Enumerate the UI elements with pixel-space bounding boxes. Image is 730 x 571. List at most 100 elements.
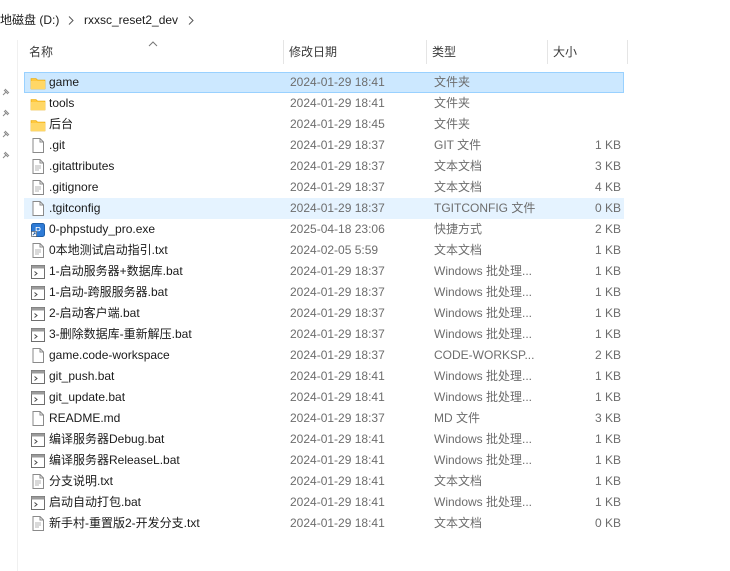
- file-size: 1 KB: [594, 285, 621, 299]
- file-row[interactable]: .gitattributes 2024-01-29 18:37 文本文档 3 KB: [24, 156, 624, 177]
- file-size: 1 KB: [594, 474, 621, 488]
- file-size: 0 KB: [594, 201, 621, 215]
- file-name: 启动自动打包.bat: [49, 495, 142, 509]
- file-size: [555, 73, 621, 92]
- file-date-modified: 2024-01-29 18:37: [290, 411, 385, 425]
- file-date-modified: 2024-01-29 18:45: [290, 117, 385, 131]
- file-name: git_push.bat: [49, 369, 115, 383]
- chevron-right-icon[interactable]: [186, 12, 196, 28]
- navigation-pane[interactable]: [0, 40, 18, 571]
- file-type: Windows 批处理...: [434, 432, 533, 446]
- text-file-icon: [29, 473, 47, 490]
- file-size: [555, 115, 621, 134]
- file-type: 文件夹: [434, 117, 471, 131]
- file-row[interactable]: git_update.bat 2024-01-29 18:41 Windows 批处…: [24, 387, 624, 408]
- file-size: 1 KB: [594, 306, 621, 320]
- column-header-name[interactable]: 名称: [24, 40, 284, 64]
- file-row[interactable]: 编译服务器Debug.bat 2024-01-29 18:41 Windows 批处…: [24, 429, 624, 450]
- file-icon: [29, 200, 47, 217]
- file-row[interactable]: .git 2024-01-29 18:37 GIT 文件 1 KB: [24, 135, 624, 156]
- file-row[interactable]: 1-启动服务器+数据库.bat 2024-01-29 18:37 Windows 批…: [24, 261, 624, 282]
- file-date-modified: 2024-01-29 18:37: [290, 348, 385, 362]
- breadcrumb-folder[interactable]: rxxsc_reset2_dev: [84, 12, 178, 28]
- file-date-modified: 2024-01-29 18:37: [290, 201, 385, 215]
- file-date-modified: 2024-01-29 18:41: [290, 453, 385, 467]
- file-row[interactable]: 3-删除数据库-重新解压.bat 2024-01-29 18:37 Windows …: [24, 324, 624, 345]
- file-row[interactable]: game.code-workspace 2024-01-29 18:37 CODE-…: [24, 345, 624, 366]
- batch-file-icon: [29, 326, 47, 343]
- file-row[interactable]: .gitignore 2024-01-29 18:37 文本文档 4 KB: [24, 177, 624, 198]
- file-date-modified: 2024-01-29 18:37: [290, 264, 385, 278]
- file-row[interactable]: 后台 2024-01-29 18:45 文件夹: [24, 114, 624, 135]
- folder-icon: [29, 74, 47, 91]
- text-file-icon: [29, 242, 47, 259]
- file-name: 1-启动-跨服服务器.bat: [49, 285, 168, 299]
- file-row[interactable]: .tgitconfig 2024-01-29 18:37 TGITCONFIG 文件…: [24, 198, 624, 219]
- file-type: MD 文件: [434, 411, 480, 425]
- batch-file-icon: [29, 263, 47, 280]
- breadcrumb-drive[interactable]: 地磁盘 (D:): [0, 12, 59, 28]
- address-bar[interactable]: 地磁盘 (D:) rxxsc_reset2_dev: [0, 0, 730, 40]
- column-header: 名称 修改日期 类型 大小: [24, 40, 628, 64]
- file-type: 文件夹: [434, 96, 471, 110]
- file-row[interactable]: tools 2024-01-29 18:41 文件夹: [24, 93, 624, 114]
- file-row[interactable]: git_push.bat 2024-01-29 18:41 Windows 批处理.…: [24, 366, 624, 387]
- file-size: [555, 94, 621, 113]
- text-file-icon: [29, 179, 47, 196]
- file-name: 3-删除数据库-重新解压.bat: [49, 327, 192, 341]
- file-date-modified: 2024-01-29 18:41: [290, 75, 385, 89]
- file-name: tools: [49, 96, 75, 110]
- file-name: 编译服务器ReleaseL.bat: [49, 453, 180, 467]
- file-name: 1-启动服务器+数据库.bat: [49, 264, 183, 278]
- file-name: .tgitconfig: [49, 201, 101, 215]
- file-row[interactable]: README.md 2024-01-29 18:37 MD 文件 3 KB: [24, 408, 624, 429]
- pin-icon: [1, 128, 11, 138]
- file-date-modified: 2024-01-29 18:41: [290, 432, 385, 446]
- file-type: 文本文档: [434, 243, 483, 257]
- batch-file-icon: [29, 284, 47, 301]
- chevron-right-icon[interactable]: [66, 12, 76, 28]
- file-row[interactable]: 2-启动客户端.bat 2024-01-29 18:37 Windows 批处理..…: [24, 303, 624, 324]
- file-type: TGITCONFIG 文件: [434, 201, 536, 215]
- file-row[interactable]: game 2024-01-29 18:41 文件夹: [24, 72, 624, 93]
- file-size: 2 KB: [594, 222, 621, 236]
- file-row[interactable]: 0本地测试启动指引.txt 2024-02-05 5:59 文本文档 1 KB: [24, 240, 624, 261]
- file-row[interactable]: 1-启动-跨服服务器.bat 2024-01-29 18:37 Windows 批处…: [24, 282, 624, 303]
- file-name: 0本地测试启动指引.txt: [49, 243, 168, 257]
- batch-file-icon: [29, 431, 47, 448]
- file-row[interactable]: 编译服务器ReleaseL.bat 2024-01-29 18:41 Windows…: [24, 450, 624, 471]
- file-row[interactable]: 新手村-重置版2-开发分支.txt 2024-01-29 18:41 文本文档 0 K…: [24, 513, 624, 534]
- file-date-modified: 2024-02-05 5:59: [290, 243, 379, 257]
- file-type: Windows 批处理...: [434, 306, 533, 320]
- text-file-icon: [29, 515, 47, 532]
- file-name: game.code-workspace: [49, 348, 170, 362]
- column-header-type[interactable]: 类型: [427, 40, 548, 64]
- file-type: Windows 批处理...: [434, 264, 533, 278]
- file-name: 2-启动客户端.bat: [49, 306, 140, 320]
- file-name: game: [49, 75, 80, 89]
- file-size: 1 KB: [594, 453, 621, 467]
- file-name: .gitattributes: [49, 159, 115, 173]
- file-size: 3 KB: [594, 411, 621, 425]
- file-name: 新手村-重置版2-开发分支.txt: [49, 516, 200, 530]
- file-icon: [29, 347, 47, 364]
- file-size: 1 KB: [594, 138, 621, 152]
- file-type: CODE-WORKSP...: [434, 348, 535, 362]
- file-date-modified: 2024-01-29 18:37: [290, 285, 385, 299]
- file-size: 1 KB: [594, 327, 621, 341]
- file-type: Windows 批处理...: [434, 390, 533, 404]
- file-row[interactable]: 分支说明.txt 2024-01-29 18:41 文本文档 1 KB: [24, 471, 624, 492]
- column-header-date[interactable]: 修改日期: [284, 40, 427, 64]
- batch-file-icon: [29, 305, 47, 322]
- file-type: 快捷方式: [434, 222, 483, 236]
- file-row[interactable]: P 0-phpstudy_pro.exe 2025-04-18 23:06 快捷方式 2…: [24, 219, 624, 240]
- file-name: 后台: [49, 117, 74, 131]
- file-size: 1 KB: [594, 264, 621, 278]
- column-header-size[interactable]: 大小: [548, 40, 628, 64]
- file-type: 文本文档: [434, 180, 483, 194]
- folder-icon: [29, 95, 47, 112]
- folder-icon: [29, 116, 47, 133]
- file-row[interactable]: 启动自动打包.bat 2024-01-29 18:41 Windows 批处理...…: [24, 492, 624, 513]
- shortcut-icon: P: [29, 221, 47, 238]
- file-size: 1 KB: [594, 243, 621, 257]
